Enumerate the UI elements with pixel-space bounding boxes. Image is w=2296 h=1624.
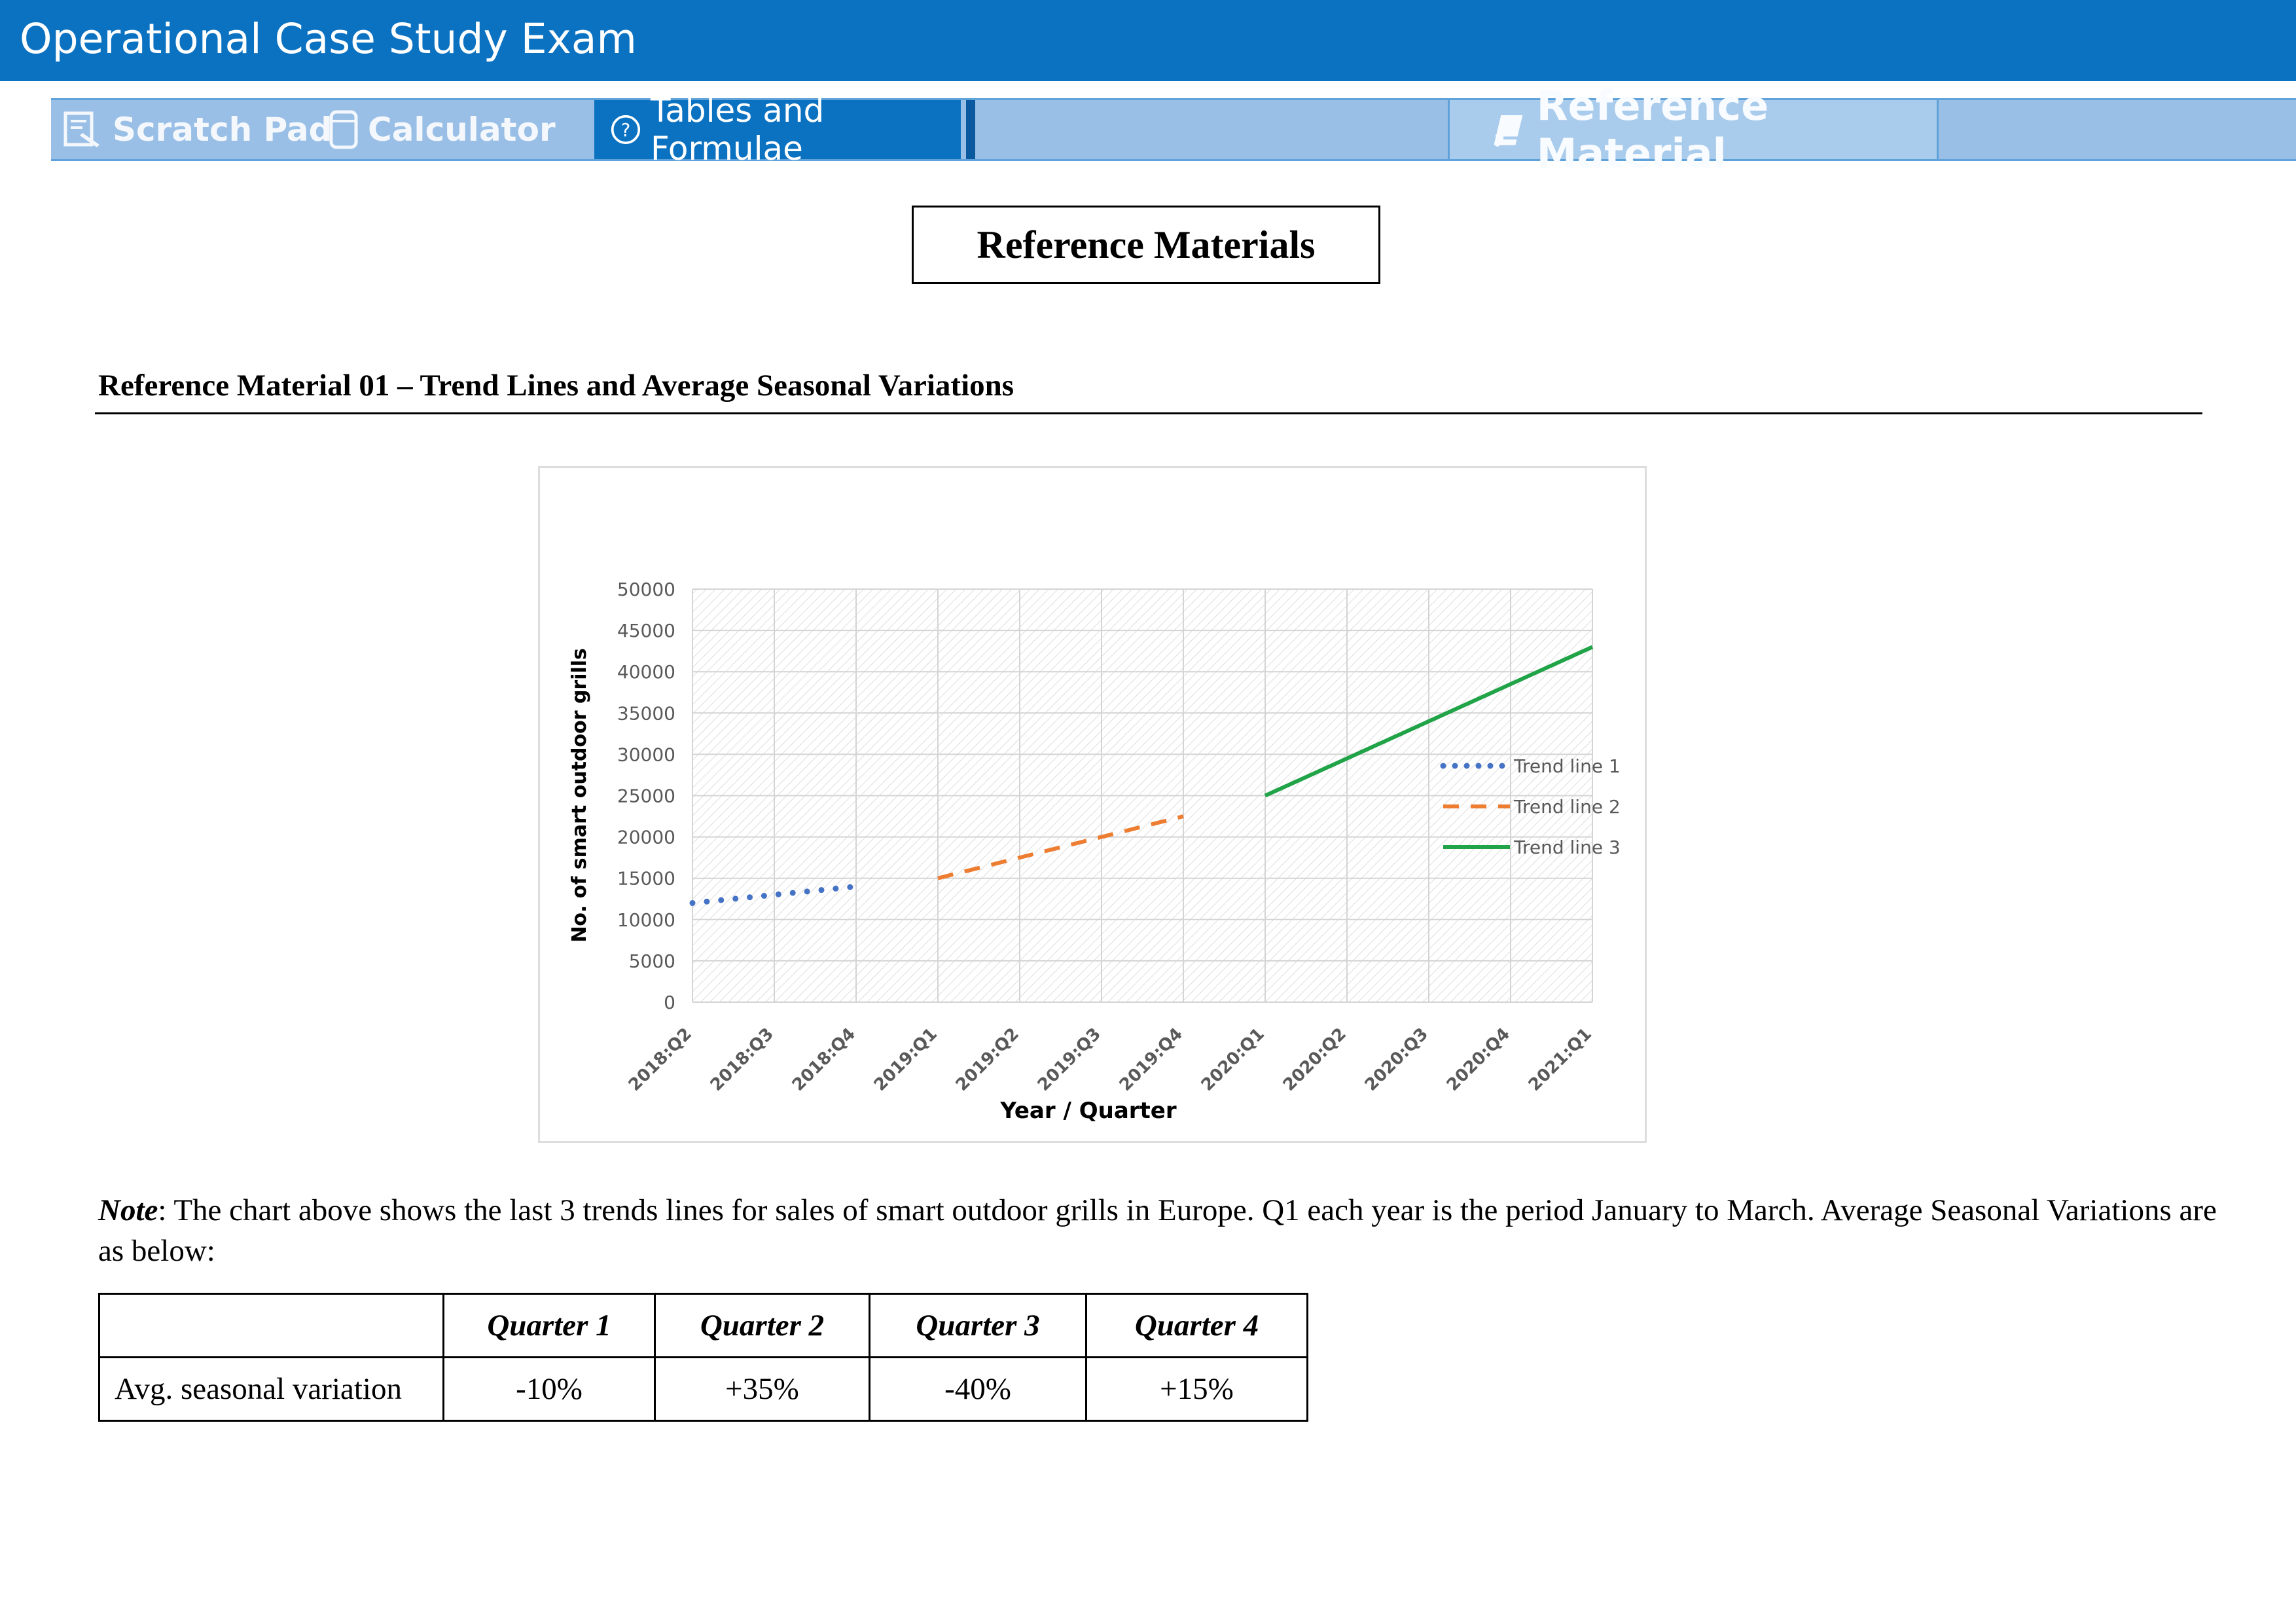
y-tick-label: 30000 — [617, 744, 675, 765]
page-title: Reference Materials — [912, 206, 1380, 284]
table-cell: -10% — [442, 1356, 656, 1422]
section-divider — [95, 412, 2202, 414]
chart-note: Note: The chart above shows the last 3 t… — [98, 1190, 2219, 1271]
x-tick-label: 2020:Q3 — [1361, 1024, 1432, 1095]
table-cell: -40% — [869, 1356, 1087, 1422]
legend-label: Trend line 2 — [1513, 796, 1621, 818]
x-tick-label: 2020:Q4 — [1443, 1024, 1514, 1095]
y-tick-label: 40000 — [617, 661, 675, 683]
calculator-button[interactable]: Calculator — [329, 100, 556, 159]
note-text: : The chart above shows the last 3 trend… — [98, 1193, 2217, 1268]
x-axis-ticks: 2018:Q2 2018:Q3 2018:Q4 2019:Q1 2019:Q2 2019:… — [625, 1024, 1596, 1095]
x-tick-label: 2018:Q3 — [707, 1024, 778, 1095]
y-tick-label: 0 — [664, 992, 675, 1013]
table-row-label: Avg. seasonal variation — [98, 1356, 444, 1422]
x-tick-label: 2019:Q4 — [1116, 1024, 1187, 1095]
table-cell: +15% — [1085, 1356, 1308, 1422]
x-tick-label: 2019:Q3 — [1034, 1024, 1105, 1095]
reference-material-label: Reference Material — [1536, 82, 1769, 177]
app-title: Operational Case Study Exam — [20, 15, 637, 63]
note-label: Note — [98, 1193, 158, 1227]
title-bar: Operational Case Study Exam — [0, 0, 2296, 81]
seasonal-variation-table: Quarter 1 Quarter 2 Quarter 3 Quarter 4 … — [98, 1293, 1308, 1422]
x-tick-label: 2018:Q4 — [789, 1024, 859, 1095]
scratch-pad-button[interactable]: Scratch Pad — [63, 100, 332, 159]
tables-formulae-label: Tables and Formulae — [650, 92, 825, 168]
y-axis-ticks: 0 5000 10000 15000 20000 25000 30000 35000 40000… — [617, 579, 675, 1013]
scratch-pad-icon — [63, 111, 99, 147]
x-tick-label: 2020:Q1 — [1198, 1024, 1268, 1095]
legend-label: Trend line 1 — [1513, 755, 1621, 777]
scratch-pad-label: Scratch Pad — [113, 111, 332, 149]
toolbar: Scratch Pad Calculator ? Tables and Form… — [51, 82, 2296, 177]
table-header-cell: Quarter 2 — [654, 1293, 870, 1358]
table-header-row: Quarter 1 Quarter 2 Quarter 3 Quarter 4 — [98, 1293, 1308, 1358]
book-icon — [1494, 115, 1523, 147]
y-axis-label: No. of smart outdoor grills — [568, 648, 591, 943]
trend-chart: 0 5000 10000 15000 20000 25000 30000 35000 40000… — [538, 466, 1647, 1143]
y-tick-label: 50000 — [617, 579, 675, 600]
x-tick-label: 2018:Q2 — [625, 1024, 696, 1095]
tables-formulae-button[interactable]: ? Tables and Formulae — [594, 92, 961, 168]
y-tick-label: 15000 — [617, 868, 675, 890]
table-header-cell — [98, 1293, 444, 1358]
x-axis-label: Year / Quarter — [999, 1098, 1176, 1124]
x-tick-label: 2019:Q2 — [952, 1024, 1023, 1095]
y-tick-label: 10000 — [617, 909, 675, 931]
table-header-cell: Quarter 4 — [1085, 1293, 1308, 1358]
legend-label: Trend line 3 — [1513, 837, 1621, 858]
y-tick-label: 25000 — [617, 785, 675, 807]
table-cell: +35% — [654, 1356, 870, 1422]
help-icon: ? — [611, 115, 641, 145]
svg-text:?: ? — [621, 119, 631, 141]
section-title: Reference Material 01 – Trend Lines and … — [98, 369, 1014, 403]
calculator-label: Calculator — [368, 111, 556, 149]
x-tick-label: 2019:Q1 — [870, 1024, 941, 1095]
table-row: Avg. seasonal variation -10% +35% -40% +… — [98, 1356, 1308, 1422]
y-tick-label: 45000 — [617, 620, 675, 641]
chart-canvas: 0 5000 10000 15000 20000 25000 30000 35000 40000… — [568, 579, 1621, 1124]
y-tick-label: 20000 — [617, 827, 675, 848]
table-header-cell: Quarter 1 — [442, 1293, 656, 1358]
calculator-icon — [329, 110, 358, 149]
toolbar-divider — [966, 100, 975, 159]
table-header-cell: Quarter 3 — [869, 1293, 1087, 1358]
x-tick-label: 2021:Q1 — [1525, 1024, 1596, 1095]
y-tick-label: 5000 — [629, 950, 675, 972]
y-tick-label: 35000 — [617, 702, 675, 724]
reference-material-button[interactable]: Reference Material — [1448, 82, 1939, 177]
x-tick-label: 2020:Q2 — [1280, 1024, 1350, 1095]
